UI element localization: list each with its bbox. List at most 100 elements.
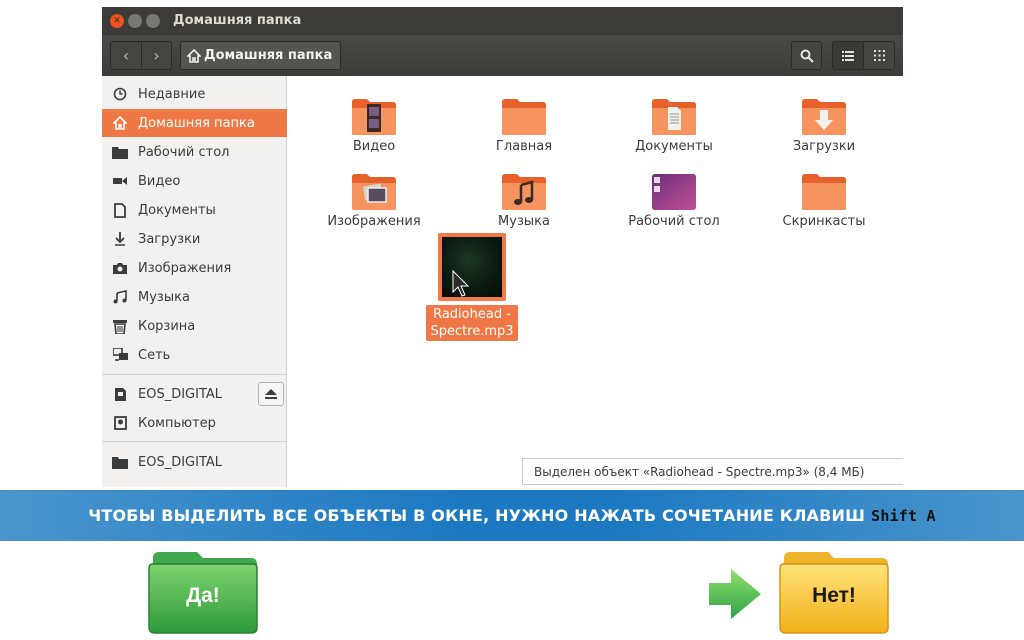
sidebar-item-eos-digital-folder[interactable]: EOS_DIGITAL [102, 448, 287, 476]
folder-icon [112, 144, 128, 160]
folder-label: Рабочий стол [628, 214, 720, 229]
grid-view-button[interactable] [863, 42, 894, 69]
file-grid: Видео Главная Документы Загрузки Изображ… [288, 76, 903, 487]
folder-documents-icon [651, 98, 697, 136]
folder-downloads-icon [801, 98, 847, 136]
quiz-question: ЧТОБЫ ВЫДЕЛИТЬ ВСЕ ОБЪЕКТЫ В ОКНЕ, НУЖНО… [88, 506, 866, 525]
selected-file-radiohead[interactable]: Radiohead - Spectre.mp3 [426, 233, 518, 341]
answer-no-button[interactable]: Нет! [778, 548, 890, 634]
sidebar: Недавние Домашняя папка Рабочий стол Вид… [102, 76, 287, 487]
eject-icon [265, 389, 277, 399]
search-icon [800, 49, 814, 63]
sd-card-icon [112, 386, 128, 402]
folder-video-icon [351, 98, 397, 136]
folder-item-documents[interactable]: Документы [614, 98, 734, 154]
trash-icon [112, 318, 128, 334]
key-combination: Shift A [871, 506, 936, 525]
mouse-pointer-icon [452, 270, 470, 297]
home-icon [187, 48, 201, 63]
sidebar-item-downloads[interactable]: Загрузки [102, 225, 287, 253]
answer-yes-label: Да! [186, 584, 220, 607]
toolbar: ‹ › Домашняя папка [102, 35, 903, 76]
forward-button[interactable]: › [140, 42, 171, 69]
folder-icon [801, 173, 847, 211]
list-view-button[interactable] [833, 42, 864, 69]
folder-desktop-icon [651, 173, 697, 211]
maximize-window-button[interactable] [146, 14, 160, 28]
home-icon [112, 115, 128, 131]
drive-icon [112, 415, 128, 431]
file-manager-window: ✕ Домашняя папка ‹ › Домашняя папка Неда… [102, 7, 903, 487]
sidebar-item-label: Корзина [138, 318, 196, 334]
file-label-line: Radiohead - [433, 307, 511, 322]
status-bar: Выделен объект «Radiohead - Spectre.mp3»… [522, 458, 903, 485]
folder-item-pictures[interactable]: Изображения [314, 173, 434, 229]
sidebar-item-music[interactable]: Музыка [102, 283, 287, 311]
file-label-line: Spectre.mp3 [430, 324, 514, 339]
folder-icon [112, 454, 128, 470]
grid-view-icon [873, 50, 885, 61]
folder-label: Документы [635, 139, 713, 154]
list-view-icon [842, 50, 855, 61]
sidebar-item-computer[interactable]: Компьютер [102, 409, 287, 437]
film-icon [112, 173, 128, 189]
sidebar-item-label: Загрузки [138, 231, 201, 247]
sidebar-item-label: EOS_DIGITAL [138, 454, 223, 470]
sidebar-item-label: Рабочий стол [138, 144, 230, 160]
sidebar-item-desktop[interactable]: Рабочий стол [102, 138, 287, 166]
folder-item-downloads[interactable]: Загрузки [764, 98, 884, 154]
chevron-right-icon: › [153, 46, 160, 65]
back-button[interactable]: ‹ [111, 42, 141, 69]
folder-label: Загрузки [792, 139, 856, 154]
arrow-right-icon [709, 569, 761, 619]
sidebar-item-label: Недавние [138, 86, 206, 102]
clock-icon [112, 86, 128, 102]
folder-label: Главная [495, 139, 553, 154]
path-label: Домашняя папка [204, 48, 333, 63]
eject-button[interactable] [258, 382, 284, 406]
quiz-question-banner: ЧТОБЫ ВЫДЕЛИТЬ ВСЕ ОБЪЕКТЫ В ОКНЕ, НУЖНО… [0, 490, 1024, 541]
search-button[interactable] [791, 41, 822, 70]
sidebar-item-label: Документы [138, 202, 216, 218]
sidebar-item-label: Изображения [138, 260, 232, 276]
path-home-button[interactable]: Домашняя папка [180, 41, 342, 70]
sidebar-item-label: Компьютер [138, 415, 216, 431]
folder-item-desktop[interactable]: Рабочий стол [614, 173, 734, 229]
folder-item-main[interactable]: Главная [464, 98, 584, 154]
folder-label: Изображения [327, 214, 421, 229]
folder-item-screencasts[interactable]: Скринкасты [764, 173, 884, 229]
title-bar: ✕ Домашняя папка [102, 7, 903, 35]
folder-item-videos[interactable]: Видео [314, 98, 434, 154]
music-icon [112, 289, 128, 305]
sidebar-item-recent[interactable]: Недавние [102, 80, 287, 108]
sidebar-item-documents[interactable]: Документы [102, 196, 287, 224]
album-art-thumbnail [438, 233, 506, 301]
sidebar-item-label: Сеть [138, 347, 171, 363]
sidebar-item-network[interactable]: Сеть [102, 341, 287, 369]
download-icon [112, 231, 128, 247]
camera-icon [112, 260, 128, 276]
minimize-window-button[interactable] [128, 14, 142, 28]
folder-pictures-icon [351, 173, 397, 211]
document-icon [112, 202, 128, 218]
sidebar-item-label: EOS_DIGITAL [138, 386, 223, 402]
folder-item-music[interactable]: Музыка [464, 173, 584, 229]
close-window-button[interactable]: ✕ [110, 14, 124, 28]
sidebar-item-videos[interactable]: Видео [102, 167, 287, 195]
sidebar-item-label: Домашняя папка [138, 115, 255, 131]
sidebar-item-label: Музыка [138, 289, 190, 305]
folder-label: Видео [352, 139, 396, 154]
chevron-left-icon: ‹ [122, 46, 130, 65]
answer-no-label: Нет! [812, 584, 856, 607]
network-icon [112, 347, 128, 363]
folder-icon [501, 98, 547, 136]
sidebar-item-home[interactable]: Домашняя папка [102, 109, 287, 137]
answer-yes-button[interactable]: Да! [147, 548, 259, 634]
sidebar-item-trash[interactable]: Корзина [102, 312, 287, 340]
sidebar-item-pictures[interactable]: Изображения [102, 254, 287, 282]
sidebar-item-label: Видео [138, 173, 181, 189]
sidebar-separator [102, 441, 287, 442]
folder-label: Музыка [498, 214, 550, 229]
window-title: Домашняя папка [173, 13, 302, 28]
selected-file-label: Radiohead - Spectre.mp3 [426, 305, 518, 341]
